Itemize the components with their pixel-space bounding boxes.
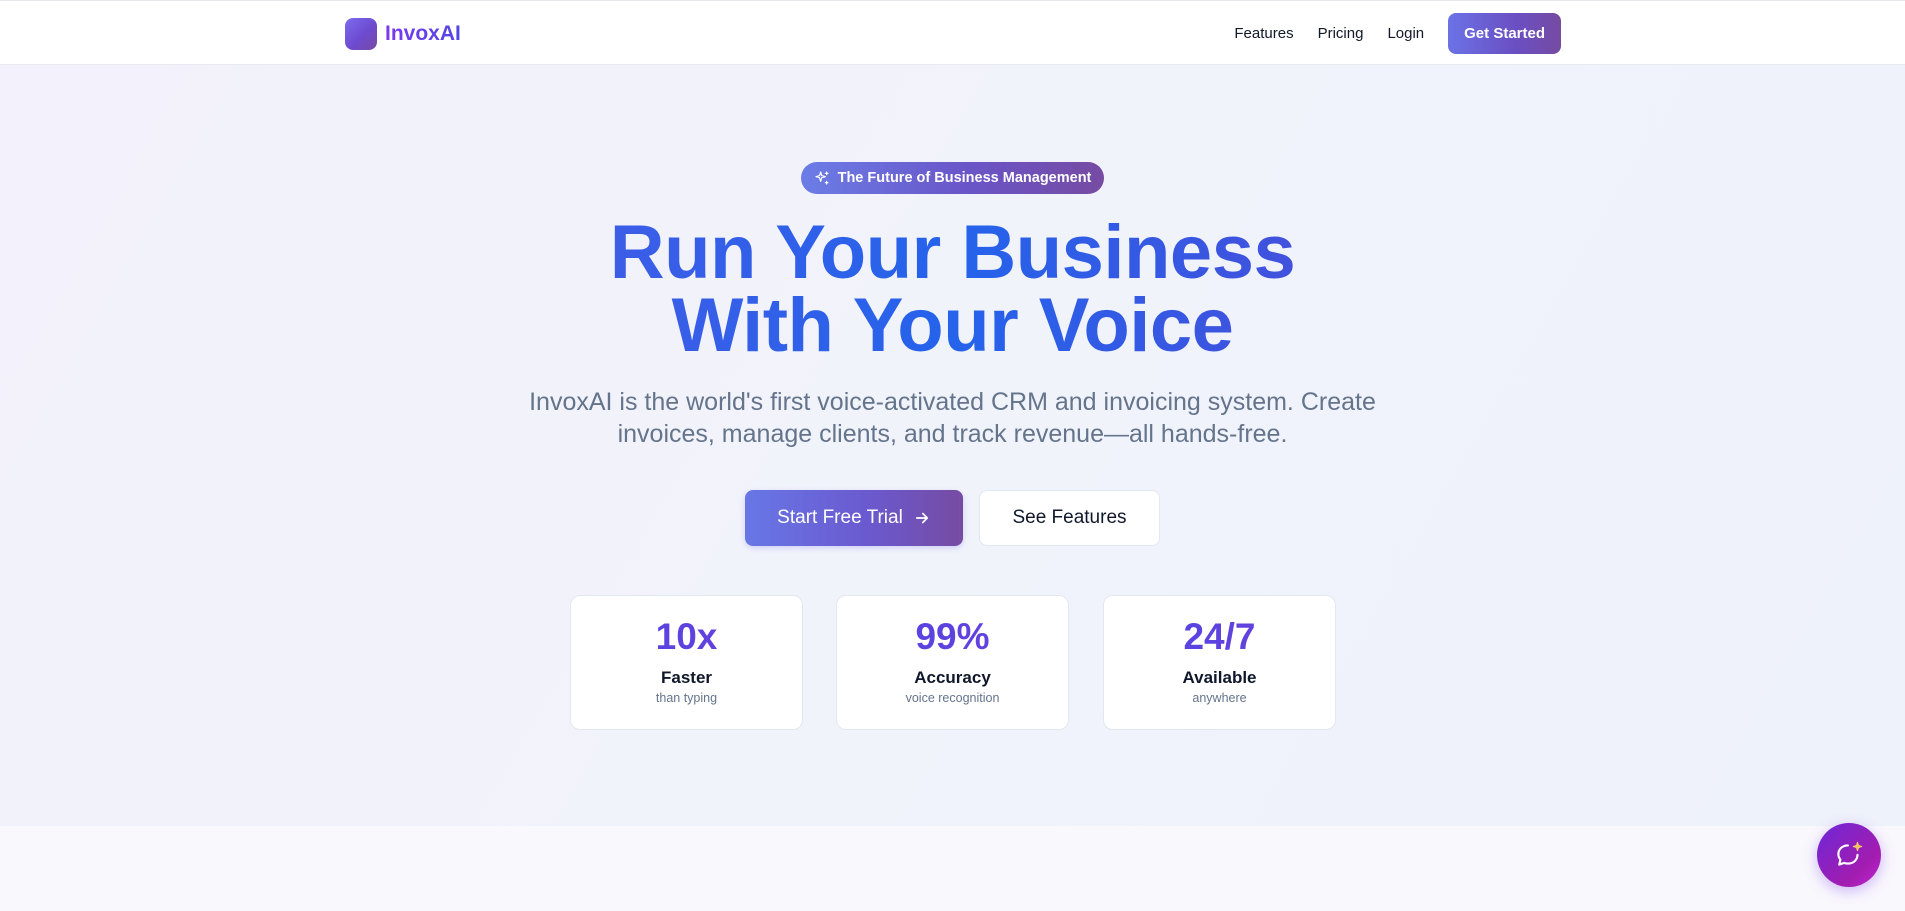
get-started-button[interactable]: Get Started: [1448, 13, 1561, 54]
hero-headline-line-2: With Your Voice: [0, 288, 1905, 364]
nav-link-pricing[interactable]: Pricing: [1318, 25, 1364, 42]
stat-sublabel: voice recognition: [905, 691, 1000, 705]
hero-subtext: InvoxAI is the world's first voice-activ…: [529, 388, 1376, 448]
hero-headline-line-1: Run Your Business: [0, 215, 1905, 291]
stat-value: 99%: [837, 616, 1068, 658]
see-features-button[interactable]: See Features: [979, 490, 1160, 546]
stat-label: Available: [1182, 668, 1257, 687]
nav-links: Features Pricing Login Get Started: [1234, 13, 1561, 54]
stat-sublabel: than typing: [655, 691, 718, 705]
stat-sublabel: anywhere: [1192, 691, 1247, 705]
start-free-trial-button[interactable]: Start Free Trial: [745, 490, 963, 546]
brand[interactable]: InvoxAI: [345, 18, 461, 50]
start-free-trial-label: Start Free Trial: [777, 507, 903, 528]
top-navbar: InvoxAI Features Pricing Login Get Start…: [0, 0, 1905, 65]
nav-link-features[interactable]: Features: [1234, 25, 1293, 42]
next-section: [0, 826, 1905, 911]
stat-label: Faster: [660, 668, 713, 687]
stat-card-accuracy: 99% Accuracy voice recognition: [836, 595, 1069, 730]
stat-card-faster: 10x Faster than typing: [570, 595, 803, 730]
brand-name: InvoxAI: [385, 22, 461, 45]
stat-value: 10x: [571, 616, 802, 658]
nav-link-login[interactable]: Login: [1387, 25, 1424, 42]
brand-logo-icon: [345, 18, 377, 50]
hero-headline: Run Your Business With Your Voice: [0, 215, 1905, 364]
stat-value: 24/7: [1104, 616, 1335, 658]
stat-card-available: 24/7 Available anywhere: [1103, 595, 1336, 730]
hero-badge-label: The Future of Business Management: [837, 170, 1092, 186]
hero-badge: The Future of Business Management: [801, 162, 1104, 194]
stat-label: Accuracy: [914, 668, 991, 687]
chat-bubble-icon: [1837, 841, 1863, 866]
chat-widget-button[interactable]: [1817, 823, 1881, 887]
sparkles-icon: [814, 171, 829, 185]
arrow-right-icon: [915, 512, 928, 524]
